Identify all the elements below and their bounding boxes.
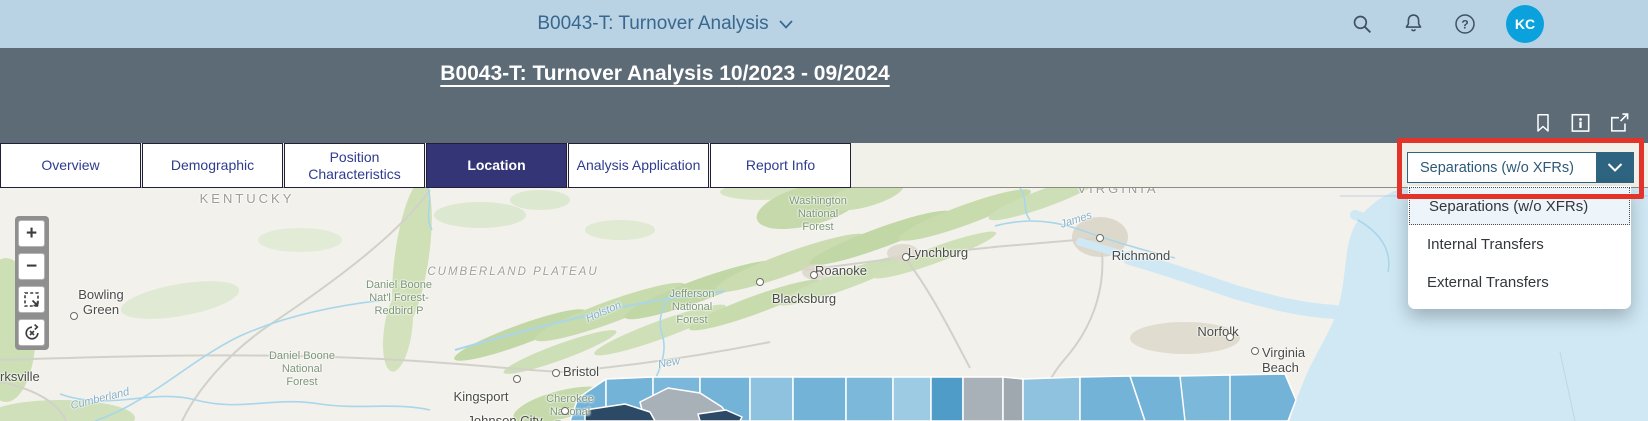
tab-label: Report Info xyxy=(745,157,816,174)
city-marker-johnson-city[interactable] xyxy=(561,407,569,415)
tab-position-characteristics[interactable]: Position Characteristics xyxy=(284,143,425,188)
city-marker-lynchburg[interactable] xyxy=(902,253,910,261)
shell-actions: ? KC xyxy=(1352,0,1544,48)
shell-title-text: B0043-T: Turnover Analysis xyxy=(537,13,769,34)
tab-analysis-application[interactable]: Analysis Application xyxy=(568,143,709,188)
dropdown-option-internal-transfers[interactable]: Internal Transfers xyxy=(1408,225,1631,263)
measure-select-arrow-button[interactable] xyxy=(1596,153,1633,182)
tab-label: Analysis Application xyxy=(576,157,701,174)
city-marker-bowling-green[interactable] xyxy=(70,312,78,320)
tab-overview[interactable]: Overview xyxy=(0,143,141,188)
dropdown-option-external-transfers[interactable]: External Transfers xyxy=(1408,263,1631,301)
city-marker-bristol[interactable] xyxy=(552,369,560,377)
dropdown-option-separations[interactable]: Separations (w/o XFRs) xyxy=(1409,187,1630,225)
turnover-analysis-app: B0043-T: Turnover Analysis ? KC B0043-T:… xyxy=(0,0,1648,421)
county-shape[interactable] xyxy=(892,376,932,421)
zoom-out-label: − xyxy=(25,255,38,277)
shell-bar: B0043-T: Turnover Analysis ? KC xyxy=(0,0,1648,48)
info-icon[interactable] xyxy=(1570,112,1591,134)
county-shape[interactable] xyxy=(1002,376,1024,421)
tab-report-info[interactable]: Report Info xyxy=(710,143,851,188)
zoom-out-button[interactable]: − xyxy=(18,253,45,280)
county-shape[interactable] xyxy=(1022,376,1081,421)
box-zoom-button[interactable] xyxy=(18,286,45,313)
city-marker-richmond[interactable] xyxy=(1096,234,1104,242)
tab-label: Demographic xyxy=(170,157,255,174)
svg-text:?: ? xyxy=(1461,17,1468,31)
tab-demographic[interactable]: Demographic xyxy=(142,143,283,188)
avatar[interactable]: KC xyxy=(1506,5,1544,43)
county-shape[interactable] xyxy=(962,376,1004,421)
chevron-down-icon xyxy=(779,19,793,29)
measure-select[interactable]: Separations (w/o XFRs) xyxy=(1407,152,1634,183)
city-marker-virginia-beach[interactable] xyxy=(1251,347,1259,355)
zoom-in-button[interactable]: + xyxy=(18,220,45,247)
tab-label: Position Characteristics xyxy=(308,149,401,182)
tab-location[interactable]: Location xyxy=(426,143,567,188)
bookmark-icon[interactable] xyxy=(1533,112,1553,134)
city-marker-roanoke[interactable] xyxy=(810,271,818,279)
search-icon[interactable] xyxy=(1352,14,1373,35)
tab-label: Overview xyxy=(41,157,100,174)
county-shape[interactable] xyxy=(1229,373,1297,421)
share-icon[interactable] xyxy=(1608,112,1630,134)
notifications-bell-icon[interactable] xyxy=(1403,13,1424,35)
city-marker-blacksburg[interactable] xyxy=(756,278,764,286)
chevron-down-icon xyxy=(1607,163,1622,172)
county-shape[interactable] xyxy=(749,376,794,421)
county-shape[interactable] xyxy=(930,376,964,421)
reset-zoom-icon xyxy=(24,323,39,340)
report-toolbar xyxy=(1533,112,1630,134)
tab-label: Location xyxy=(467,157,526,174)
county-shape[interactable] xyxy=(845,376,894,421)
map-zoom-panel: + − xyxy=(15,216,49,350)
map-canvas[interactable] xyxy=(0,188,1648,421)
zoom-in-label: + xyxy=(25,222,38,244)
measure-dropdown-list: Separations (w/o XFRs) Internal Transfer… xyxy=(1408,186,1631,309)
report-header-band: B0043-T: Turnover Analysis 10/2023 - 09/… xyxy=(0,48,1648,143)
choropleth-layer xyxy=(569,373,1297,421)
reset-zoom-button[interactable] xyxy=(18,319,45,346)
city-marker-kingsport[interactable] xyxy=(513,375,521,383)
location-map[interactable]: KENTUCKY VIRGINIA CUMBERLAND PLATEAU Bow… xyxy=(0,188,1648,421)
city-marker-norfolk[interactable] xyxy=(1226,333,1234,341)
box-zoom-icon xyxy=(23,291,39,307)
avatar-initials: KC xyxy=(1514,16,1536,32)
county-shape[interactable] xyxy=(792,376,847,421)
report-title: B0043-T: Turnover Analysis 10/2023 - 09/… xyxy=(440,62,890,85)
tab-bar: Overview Demographic Position Characteri… xyxy=(0,143,1648,188)
shell-title-menu[interactable]: B0043-T: Turnover Analysis xyxy=(0,0,1330,48)
measure-select-value: Separations (w/o XFRs) xyxy=(1420,159,1574,176)
help-icon[interactable]: ? xyxy=(1454,13,1476,35)
